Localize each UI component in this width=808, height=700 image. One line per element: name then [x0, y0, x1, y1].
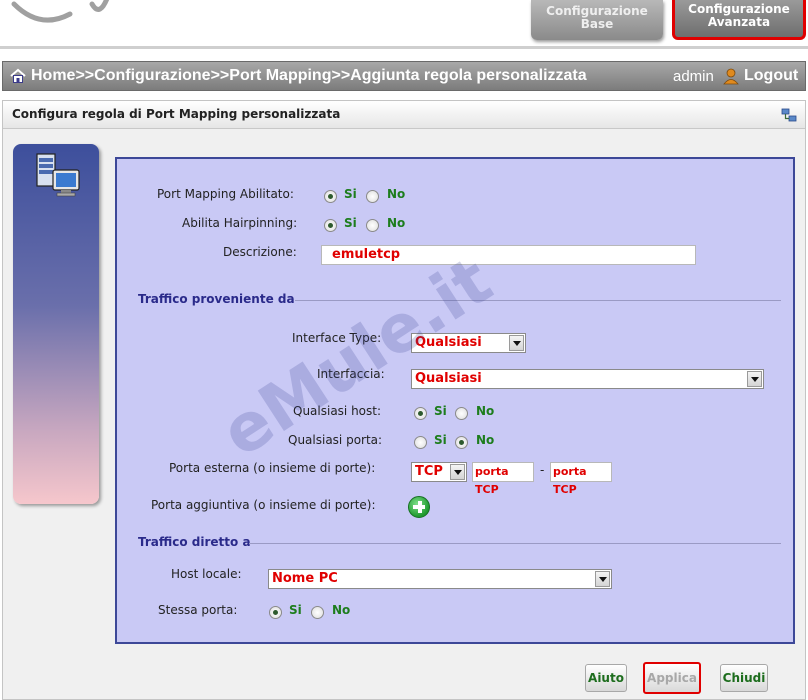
section-divider: [295, 300, 781, 301]
interface-select[interactable]: Qualsiasi: [411, 369, 764, 389]
section-title-destination: Traffico diretto a: [138, 535, 251, 549]
add-port-plus-icon[interactable]: [408, 496, 430, 518]
brand-logo: [11, 0, 110, 23]
tab-configurazione-avanzata[interactable]: Configurazione Avanzata: [672, 0, 806, 40]
close-button[interactable]: Chiudi: [720, 664, 768, 692]
chevron-down-icon[interactable]: [509, 335, 524, 351]
radio-same-port-no[interactable]: [311, 606, 324, 619]
apply-button[interactable]: Applica: [643, 662, 701, 694]
option-label-no: No: [332, 603, 351, 617]
local-host-value: Nome PC: [272, 571, 338, 586]
radio-port-mapping-si[interactable]: [324, 190, 337, 203]
radio-port-mapping-no[interactable]: [366, 190, 379, 203]
panel-header: Configura regola di Port Mapping persona…: [3, 101, 805, 129]
section-divider: [249, 543, 781, 544]
home-icon[interactable]: [9, 67, 27, 85]
chevron-down-icon[interactable]: [450, 464, 465, 480]
label-additional-port: Porta aggiuntiva (o insieme di porte):: [151, 498, 376, 512]
computer-icon: [36, 153, 80, 197]
option-label-no: No: [387, 187, 406, 201]
side-decoration: [13, 144, 99, 504]
protocol-value: TCP: [415, 464, 443, 479]
option-label-si: Si: [344, 216, 357, 230]
option-label-no: No: [476, 404, 495, 418]
interface-value: Qualsiasi: [415, 371, 482, 386]
radio-same-port-si[interactable]: [269, 606, 282, 619]
port-range-separator: -: [540, 463, 545, 477]
panel-title: Configura regola di Port Mapping persona…: [12, 107, 341, 121]
radio-hairpinning-si[interactable]: [324, 219, 337, 232]
option-label-si: Si: [289, 603, 302, 617]
label-description: Descrizione:: [223, 245, 297, 259]
option-label-si: Si: [434, 433, 447, 447]
help-button[interactable]: Aiuto: [585, 664, 627, 692]
breadcrumb-bar: Home>>Configurazione>>Port Mapping>>Aggi…: [2, 61, 806, 91]
logout-link[interactable]: Logout: [744, 67, 798, 85]
external-port-from-field[interactable]: porta TCP: [472, 462, 534, 496]
label-hairpinning: Abilita Hairpinning:: [182, 216, 298, 230]
chevron-down-icon[interactable]: [747, 371, 762, 387]
option-label-si: Si: [344, 187, 357, 201]
tab-configurazione-base[interactable]: Configurazione Base: [531, 0, 663, 40]
label-external-port: Porta esterna (o insieme di porte):: [169, 461, 376, 475]
user-icon: [723, 68, 739, 85]
breadcrumb[interactable]: Home>>Configurazione>>Port Mapping>>Aggi…: [31, 67, 587, 85]
network-icon[interactable]: [781, 107, 797, 123]
section-title-source: Traffico proveniente da: [138, 292, 295, 306]
label-same-port: Stessa porta:: [158, 603, 238, 617]
option-label-no: No: [387, 216, 406, 230]
page: Configurazione Base Configurazione Avanz…: [0, 0, 808, 700]
radio-any-host-no[interactable]: [455, 407, 468, 420]
radio-hairpinning-no[interactable]: [366, 219, 379, 232]
chevron-down-icon[interactable]: [595, 571, 610, 587]
protocol-select[interactable]: TCP: [411, 462, 467, 482]
label-local-host: Host locale:: [171, 567, 242, 581]
local-host-select[interactable]: Nome PC: [268, 569, 612, 589]
radio-any-port-si[interactable]: [414, 436, 427, 449]
main-panel: Configura regola di Port Mapping persona…: [2, 100, 806, 700]
radio-any-port-no[interactable]: [455, 436, 468, 449]
description-field[interactable]: emuletcp: [321, 245, 696, 265]
header-divider: [0, 46, 808, 49]
external-port-to-field[interactable]: porta TCP: [550, 462, 612, 496]
label-port-mapping-enabled: Port Mapping Abilitato:: [157, 187, 294, 201]
option-label-si: Si: [434, 404, 447, 418]
radio-any-host-si[interactable]: [414, 407, 427, 420]
username: admin: [673, 68, 714, 85]
option-label-no: No: [476, 433, 495, 447]
